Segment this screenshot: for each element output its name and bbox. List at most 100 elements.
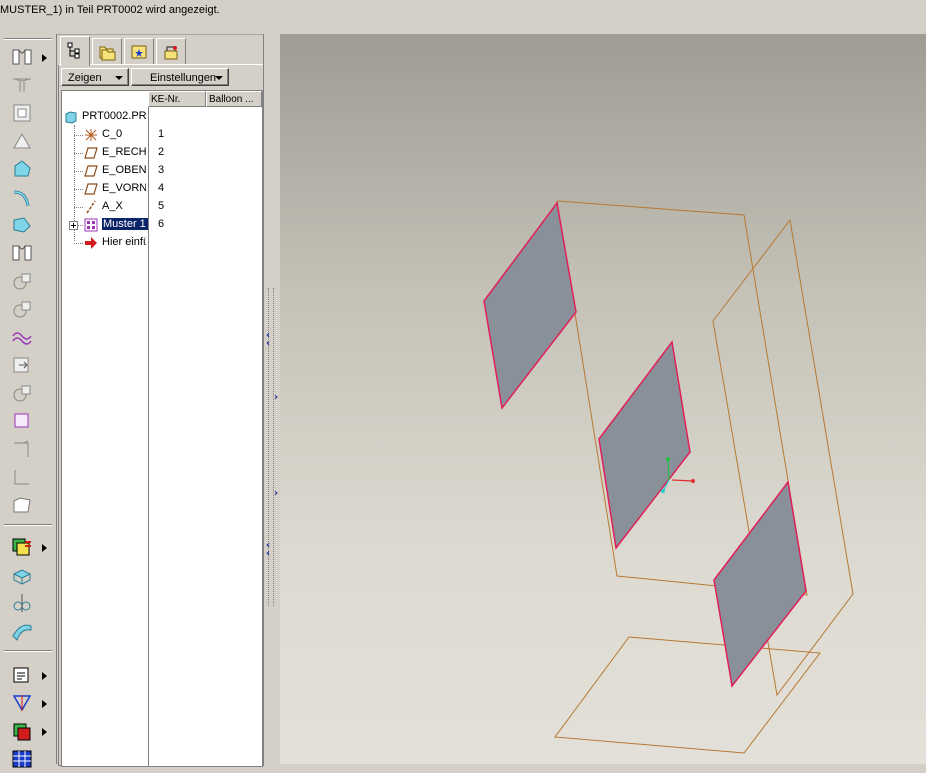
part-icon — [64, 110, 78, 124]
layer-menu-arrow[interactable] — [42, 728, 47, 736]
model-tree[interactable]: KE-Nr. Balloon ... PRT0002.PR C_0 1 E_RE… — [61, 90, 263, 767]
trim-icon[interactable] — [10, 438, 36, 462]
tree-connector — [74, 135, 83, 136]
tree-item-label: E_OBEN — [102, 164, 146, 176]
message-bar: MUSTER_1) in Teil PRT0002 wird angezeigt… — [0, 0, 926, 35]
tree-item-number: 1 — [158, 128, 165, 140]
tree-item-root[interactable]: PRT0002.PR — [62, 108, 262, 126]
tree-item-label: E_RECH — [102, 146, 146, 158]
rotate-copy-icon[interactable] — [10, 382, 36, 406]
expand-right-icon[interactable]: › — [274, 489, 278, 499]
show-menu-label: Zeigen — [68, 72, 102, 84]
model-graphics[interactable] — [280, 34, 926, 764]
datum-plane-icon — [84, 164, 98, 178]
tree-item[interactable]: E_VORN 4 — [62, 180, 262, 198]
tree-connector — [74, 243, 83, 244]
pattern-icon — [84, 218, 98, 232]
chamfer-icon[interactable] — [10, 214, 36, 238]
datum-plane-icon — [84, 146, 98, 160]
extrude-menu-arrow[interactable] — [42, 54, 47, 62]
panel-splitter[interactable]: ‹ ‹ › › ‹ ‹ — [263, 34, 280, 764]
tree-item-label: A_X — [102, 200, 123, 212]
pattern-menu-arrow[interactable] — [42, 544, 47, 552]
analysis-icon[interactable] — [10, 692, 36, 716]
settings-menu-button[interactable]: Einstellungen — [131, 68, 229, 86]
toolbar-separator — [4, 650, 52, 652]
extrude-icon[interactable] — [10, 46, 36, 70]
tab-connections[interactable] — [156, 38, 186, 65]
analysis-menu-arrow[interactable] — [42, 700, 47, 708]
datum-plane-top[interactable] — [554, 636, 821, 754]
tree-item-label: Muster 1 — [102, 218, 148, 230]
layer-icon[interactable] — [10, 720, 36, 744]
rib-icon[interactable] — [10, 74, 36, 98]
datum-plane-icon — [84, 182, 98, 196]
tree-item[interactable]: Hier einfü — [62, 234, 262, 252]
round-icon[interactable] — [10, 158, 36, 182]
tree-item-label: PRT0002.PR — [82, 110, 147, 122]
graphics-viewport[interactable] — [280, 34, 926, 764]
expand-toggle[interactable] — [69, 221, 78, 230]
face-icon[interactable] — [10, 494, 36, 518]
chevron-down-icon — [115, 76, 123, 80]
pattern-surface-2[interactable] — [598, 340, 691, 550]
tree-item[interactable]: C_0 1 — [62, 126, 262, 144]
boundary-square-icon[interactable] — [10, 410, 36, 434]
measure-menu-arrow[interactable] — [42, 672, 47, 680]
tree-item-number: 2 — [158, 146, 165, 158]
wave-surface-icon[interactable] — [10, 326, 36, 350]
mirror-icon[interactable] — [10, 242, 36, 266]
flat-sheet-icon[interactable] — [10, 466, 36, 490]
tree-item-label: E_VORN — [102, 182, 146, 194]
column-header-feature-number[interactable]: KE-Nr. — [148, 91, 206, 107]
tree-item-number: 4 — [158, 182, 165, 194]
sweep-icon[interactable] — [10, 298, 36, 322]
tree-connector — [78, 225, 83, 226]
tree-connector — [74, 171, 83, 172]
collapse-left-icon[interactable]: ‹ ‹ — [266, 541, 270, 559]
split-icon[interactable] — [10, 592, 36, 616]
insert-here-arrow-icon — [84, 236, 98, 250]
column-header-balloon[interactable]: Balloon ... — [206, 91, 262, 107]
shell-icon[interactable] — [10, 102, 36, 126]
collapse-left-icon[interactable]: ‹ ‹ — [266, 331, 270, 349]
tree-item[interactable]: A_X 5 — [62, 198, 262, 216]
round-edge-icon[interactable] — [10, 186, 36, 210]
offset-icon[interactable] — [10, 354, 36, 378]
tree-item[interactable]: E_OBEN 3 — [62, 162, 262, 180]
model-tree-panel: Zeigen Einstellungen KE-Nr. Balloon ... … — [58, 64, 264, 767]
tree-item-label: C_0 — [102, 128, 123, 140]
tree-connector — [74, 153, 83, 154]
tab-favorites[interactable] — [124, 38, 154, 65]
tree-item-selected[interactable]: Muster 1 6 — [62, 216, 262, 234]
measure-icon[interactable] — [10, 664, 36, 688]
pattern-surface-3[interactable] — [713, 480, 807, 688]
chevron-down-icon — [215, 76, 223, 80]
tree-connector — [74, 207, 83, 208]
tab-folder-browser[interactable] — [92, 38, 122, 65]
tree-item-label: Hier einfü — [102, 236, 146, 248]
coordinate-system-icon — [84, 128, 98, 142]
datum-axis-icon — [84, 200, 98, 214]
tree-connector — [74, 189, 83, 190]
tree-item-number: 6 — [158, 218, 165, 230]
transform-icon[interactable] — [10, 564, 36, 588]
toolbar-separator — [4, 524, 52, 526]
feature-toolbar — [0, 34, 57, 768]
show-menu-button[interactable]: Zeigen — [61, 68, 129, 86]
message-text: MUSTER_1) in Teil PRT0002 wird angezeigt… — [0, 4, 220, 16]
tree-item-number: 5 — [158, 200, 165, 212]
revolve-icon[interactable] — [10, 270, 36, 294]
settings-menu-label: Einstellungen — [150, 72, 217, 84]
navigator-tabs — [56, 34, 264, 66]
warp-icon[interactable] — [10, 620, 36, 644]
draft-icon[interactable] — [10, 130, 36, 154]
tree-item-number: 3 — [158, 164, 165, 176]
pattern-surface-1[interactable] — [483, 201, 577, 410]
expand-right-icon[interactable]: › — [274, 393, 278, 403]
pattern-icon[interactable] — [10, 536, 36, 560]
grid-icon[interactable] — [10, 748, 36, 772]
tree-item[interactable]: E_RECH 2 — [62, 144, 262, 162]
toolbar-separator — [4, 38, 52, 40]
tab-model-tree[interactable] — [60, 36, 90, 66]
